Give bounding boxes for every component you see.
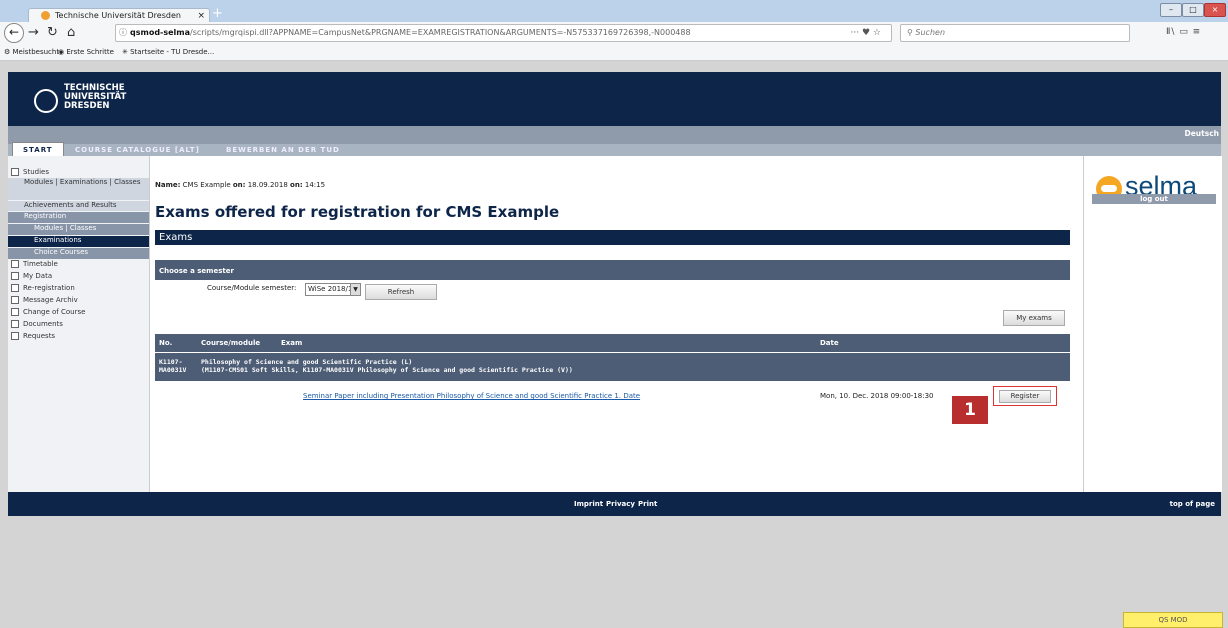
- semester-select[interactable]: WiSe 2018/19 ▼: [305, 283, 361, 296]
- my-exams-button[interactable]: My exams: [1003, 310, 1065, 326]
- back-button[interactable]: ←: [4, 23, 24, 43]
- library-sidebar-menu-icons[interactable]: Ⅱ\ ▭ ≡: [1166, 27, 1201, 37]
- col-exam: Exam: [281, 339, 303, 347]
- sidebar-item-reregistration[interactable]: Re-registration: [8, 284, 149, 292]
- table-row: Seminar Paper including Presentation Phi…: [155, 386, 1070, 412]
- sidebar-item-achievements[interactable]: Achievements and Results: [8, 201, 149, 211]
- register-button[interactable]: Register: [999, 390, 1051, 403]
- group-title: Philosophy of Science and good Scientifi…: [201, 358, 413, 366]
- sidebar-item-timetable[interactable]: Timetable: [8, 260, 149, 268]
- sidebar-item-examinations[interactable]: Examinations: [8, 236, 149, 247]
- sidebar-item-change-of-course[interactable]: Change of Course: [8, 308, 149, 316]
- refresh-button[interactable]: Refresh: [365, 284, 437, 300]
- semester-header: Choose a semester: [155, 260, 1070, 280]
- menu-apply[interactable]: BEWERBEN AN DER TUD: [226, 144, 340, 156]
- bookmark-meistbesucht[interactable]: ⚙ Meistbesucht: [4, 44, 59, 60]
- language-strip: Deutsch: [8, 126, 1221, 144]
- site-header: TECHNISCHE UNIVERSITÄT DRESDEN: [8, 72, 1221, 126]
- sidebar-item-modules-examinations[interactable]: Modules | Examinations | Classes: [8, 178, 149, 200]
- sidebar-item-requests[interactable]: Requests: [8, 332, 149, 340]
- col-course: Course/module: [201, 339, 261, 347]
- table-header: No. Course/module Exam Date: [155, 334, 1070, 352]
- url-bar[interactable]: ⓘ qsmod-selma/scripts/mgrqispi.dll?APPNA…: [115, 24, 892, 42]
- sidebar: Studies Modules | Examinations | Classes…: [8, 156, 150, 492]
- semester-label: Course/Module semester:: [207, 284, 297, 292]
- search-placeholder: Suchen: [915, 28, 946, 37]
- sidebar-item-studies[interactable]: Studies: [8, 168, 149, 176]
- new-tab-button[interactable]: +: [212, 6, 223, 21]
- info-icon[interactable]: ⓘ: [119, 25, 127, 41]
- bookmarks-bar: ⚙ Meistbesucht ◉ Erste Schritte ✳ Starts…: [0, 44, 1228, 61]
- search-icon: ⚲: [907, 28, 913, 37]
- browser-nav-bar: ← → ↻ ⌂ ⓘ qsmod-selma/scripts/mgrqispi.d…: [0, 22, 1228, 45]
- tu-dresden-logo-icon: [34, 89, 58, 113]
- exam-date: Mon, 10. Dec. 2018 09:00-18:30: [820, 392, 934, 400]
- browser-tab-bar: Technische Universität Dresden × + – □ ×: [0, 0, 1228, 23]
- favicon-icon: [41, 11, 50, 20]
- bookmark-erste-schritte[interactable]: ◉ Erste Schritte: [58, 44, 114, 60]
- url-path: /scripts/mgrqispi.dll?APPNAME=CampusNet&…: [190, 28, 690, 37]
- url-actions[interactable]: ··· ♥ ☆: [851, 25, 881, 41]
- search-box[interactable]: ⚲ Suchen: [900, 24, 1130, 42]
- table-group-row: K1107- MA0031V Philosophy of Science and…: [155, 353, 1070, 381]
- sidebar-item-modules-classes[interactable]: Modules | Classes: [8, 224, 149, 235]
- logout-button[interactable]: log out: [1092, 194, 1216, 204]
- group-number: K1107- MA0031V: [159, 358, 187, 374]
- browser-tab[interactable]: Technische Universität Dresden ×: [28, 8, 210, 23]
- col-no: No.: [159, 339, 173, 347]
- tab-title: Technische Universität Dresden: [55, 11, 181, 20]
- exam-link[interactable]: Seminar Paper including Presentation Phi…: [303, 392, 640, 400]
- tab-close-icon[interactable]: ×: [197, 9, 205, 23]
- privacy-link[interactable]: Privacy: [606, 500, 635, 508]
- page-title: Exams offered for registration for CMS E…: [155, 203, 560, 221]
- content-area: Name: CMS Example on: 18.09.2018 on: 14:…: [155, 156, 1070, 492]
- close-window-button[interactable]: ×: [1204, 3, 1226, 17]
- site-footer: Imprint Privacy Print top of page: [8, 492, 1221, 516]
- forward-icon[interactable]: →: [28, 25, 39, 40]
- step-marker: 1: [952, 396, 988, 424]
- group-subtitle: (M1107-CMS01 Soft Skills, K1107-MA0031V …: [201, 366, 573, 374]
- print-link[interactable]: Print: [638, 500, 657, 508]
- imprint-link[interactable]: Imprint: [574, 500, 603, 508]
- user-info: Name: CMS Example on: 18.09.2018 on: 14:…: [155, 181, 326, 189]
- sidebar-item-message-archiv[interactable]: Message Archiv: [8, 296, 149, 304]
- home-icon[interactable]: ⌂: [67, 25, 75, 40]
- maximize-button[interactable]: □: [1182, 3, 1204, 17]
- url-host: qsmod-selma: [130, 28, 191, 37]
- tu-dresden-logo-text[interactable]: TECHNISCHE UNIVERSITÄT DRESDEN: [64, 84, 126, 111]
- top-of-page-link[interactable]: top of page: [1170, 500, 1215, 508]
- sidebar-item-documents[interactable]: Documents: [8, 320, 149, 328]
- bookmark-startseite[interactable]: ✳ Startseite - TU Dresde...: [122, 44, 214, 60]
- exams-header: Exams: [155, 230, 1070, 245]
- sidebar-item-registration[interactable]: Registration: [8, 212, 149, 223]
- language-link[interactable]: Deutsch: [1185, 129, 1220, 138]
- col-date: Date: [820, 339, 839, 347]
- sidebar-item-choice-courses[interactable]: Choice Courses: [8, 248, 149, 259]
- sidebar-item-my-data[interactable]: My Data: [8, 272, 149, 280]
- right-column: selma log out: [1083, 156, 1222, 492]
- main-menu: START COURSE CATALOGUE [ALT] BEWERBEN AN…: [8, 142, 1221, 158]
- menu-course-catalogue[interactable]: COURSE CATALOGUE [ALT]: [75, 144, 200, 156]
- reload-icon[interactable]: ↻: [47, 25, 58, 40]
- minimize-button[interactable]: –: [1160, 3, 1182, 17]
- chevron-down-icon: ▼: [350, 284, 360, 295]
